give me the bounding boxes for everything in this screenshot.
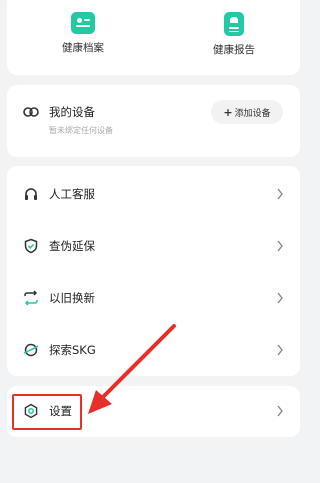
annotation-arrow: [88, 324, 176, 414]
